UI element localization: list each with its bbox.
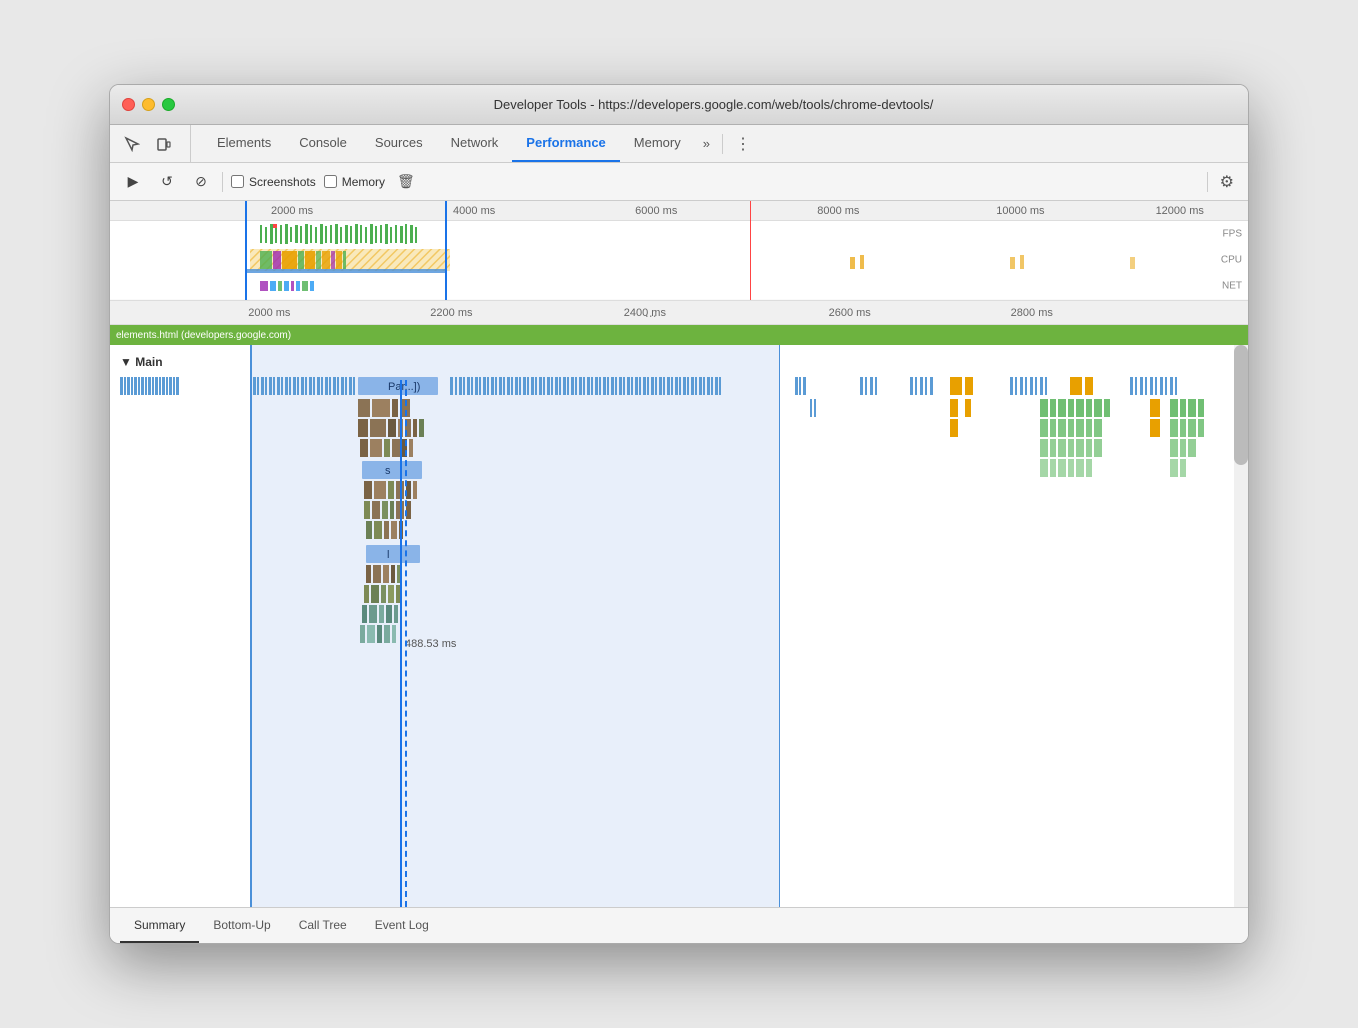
tab-call-tree[interactable]: Call Tree: [285, 908, 361, 943]
ruler-mark-10000: 10000 ms: [996, 205, 1044, 217]
fps-label: FPS: [1223, 229, 1242, 240]
red-time-line: [750, 201, 751, 300]
ctrl-divider-1: [222, 172, 223, 192]
flame-chart[interactable]: ▼ Main: [110, 345, 1248, 907]
memory-checkbox[interactable]: [324, 175, 337, 188]
cpu-label: CPU: [1221, 255, 1242, 266]
tab-network[interactable]: Network: [437, 125, 513, 162]
flame-blue-line: [400, 380, 402, 907]
tab-bar: Elements Console Sources Network Perform…: [110, 125, 1248, 163]
svg-text:488.53 ms: 488.53 ms: [405, 638, 457, 650]
record-button[interactable]: ▶: [120, 169, 146, 195]
tab-separator: [722, 134, 723, 154]
reload-button[interactable]: ↺: [154, 169, 180, 195]
flame-area: 2000 ms 2200 ms 2400 ms 2600 ms 2800 ms …: [110, 301, 1248, 907]
flame-mark-2200: 2200 ms: [430, 307, 472, 319]
ruler-mark-6000: 6000 ms: [635, 205, 677, 217]
maximize-button[interactable]: [162, 98, 175, 111]
inspect-icon[interactable]: [118, 130, 146, 158]
overview-panel[interactable]: 2000 ms 4000 ms 6000 ms 8000 ms 10000 ms…: [110, 201, 1248, 301]
bottom-tabs: Summary Bottom-Up Call Tree Event Log: [110, 907, 1248, 943]
traffic-lights: [122, 98, 175, 111]
tab-menu-button[interactable]: ⋮: [727, 125, 759, 162]
tab-memory[interactable]: Memory: [620, 125, 695, 162]
screenshots-checkbox-label[interactable]: Screenshots: [231, 175, 316, 189]
net-label: NET: [1222, 281, 1242, 292]
timeline-area: 2000 ms 4000 ms 6000 ms 8000 ms 10000 ms…: [110, 201, 1248, 943]
net-chart: [110, 273, 1248, 299]
ctrl-divider-2: [1207, 172, 1208, 192]
flame-mark-2800: 2800 ms: [1011, 307, 1053, 319]
scrollbar-thumb[interactable]: [1234, 345, 1248, 465]
tab-more-button[interactable]: »: [695, 125, 718, 162]
fps-row: FPS: [110, 221, 1248, 247]
tab-sources[interactable]: Sources: [361, 125, 437, 162]
network-url-bar: elements.html (developers.google.com): [110, 325, 1248, 345]
minimize-button[interactable]: [142, 98, 155, 111]
device-toggle-icon[interactable]: [150, 130, 178, 158]
cpu-row: CPU: [110, 247, 1248, 273]
title-bar: Developer Tools - https://developers.goo…: [110, 85, 1248, 125]
flame-rows: s l: [110, 397, 1248, 797]
window-title: Developer Tools - https://developers.goo…: [191, 97, 1236, 112]
more-dots: ...: [645, 304, 657, 320]
fps-chart: [110, 221, 1248, 247]
close-button[interactable]: [122, 98, 135, 111]
tab-console[interactable]: Console: [285, 125, 361, 162]
memory-checkbox-label[interactable]: Memory: [324, 175, 385, 189]
devtools-icons: [118, 125, 191, 162]
ruler-mark-2000: 2000 ms: [271, 205, 313, 217]
gear-button[interactable]: ⚙: [1216, 168, 1238, 196]
devtools-window: Developer Tools - https://developers.goo…: [109, 84, 1249, 944]
clear-button[interactable]: ⊘: [188, 169, 214, 195]
net-row: NET: [110, 273, 1248, 299]
selection-start-line: [245, 201, 247, 300]
ruler-mark-12000: 12000 ms: [1156, 205, 1204, 217]
tab-elements[interactable]: Elements: [203, 125, 285, 162]
controls-bar: ▶ ↺ ⊘ Screenshots Memory 🗑 ⚙: [110, 163, 1248, 201]
flame-dashed-line: [405, 380, 407, 907]
tab-event-log[interactable]: Event Log: [361, 908, 443, 943]
flame-mark-2000: 2000 ms: [248, 307, 290, 319]
flame-mark-2600: 2600 ms: [829, 307, 871, 319]
svg-text:l: l: [387, 549, 389, 561]
tab-summary[interactable]: Summary: [120, 908, 199, 943]
flame-row-1: Par...]): [110, 375, 1248, 397]
flame-ruler: 2000 ms 2200 ms 2400 ms 2600 ms 2800 ms …: [110, 301, 1248, 325]
ruler-mark-4000: 4000 ms: [453, 205, 495, 217]
tab-performance[interactable]: Performance: [512, 125, 619, 162]
svg-text:s: s: [385, 465, 391, 477]
scrollbar[interactable]: [1234, 345, 1248, 907]
trash-button[interactable]: 🗑: [393, 169, 419, 194]
overview-ruler: 2000 ms 4000 ms 6000 ms 8000 ms 10000 ms…: [110, 201, 1248, 221]
screenshots-checkbox[interactable]: [231, 175, 244, 188]
ruler-mark-8000: 8000 ms: [817, 205, 859, 217]
main-section-label: ▼ Main: [120, 355, 163, 369]
tab-bottom-up[interactable]: Bottom-Up: [199, 908, 284, 943]
selection-end-line: [445, 201, 447, 300]
